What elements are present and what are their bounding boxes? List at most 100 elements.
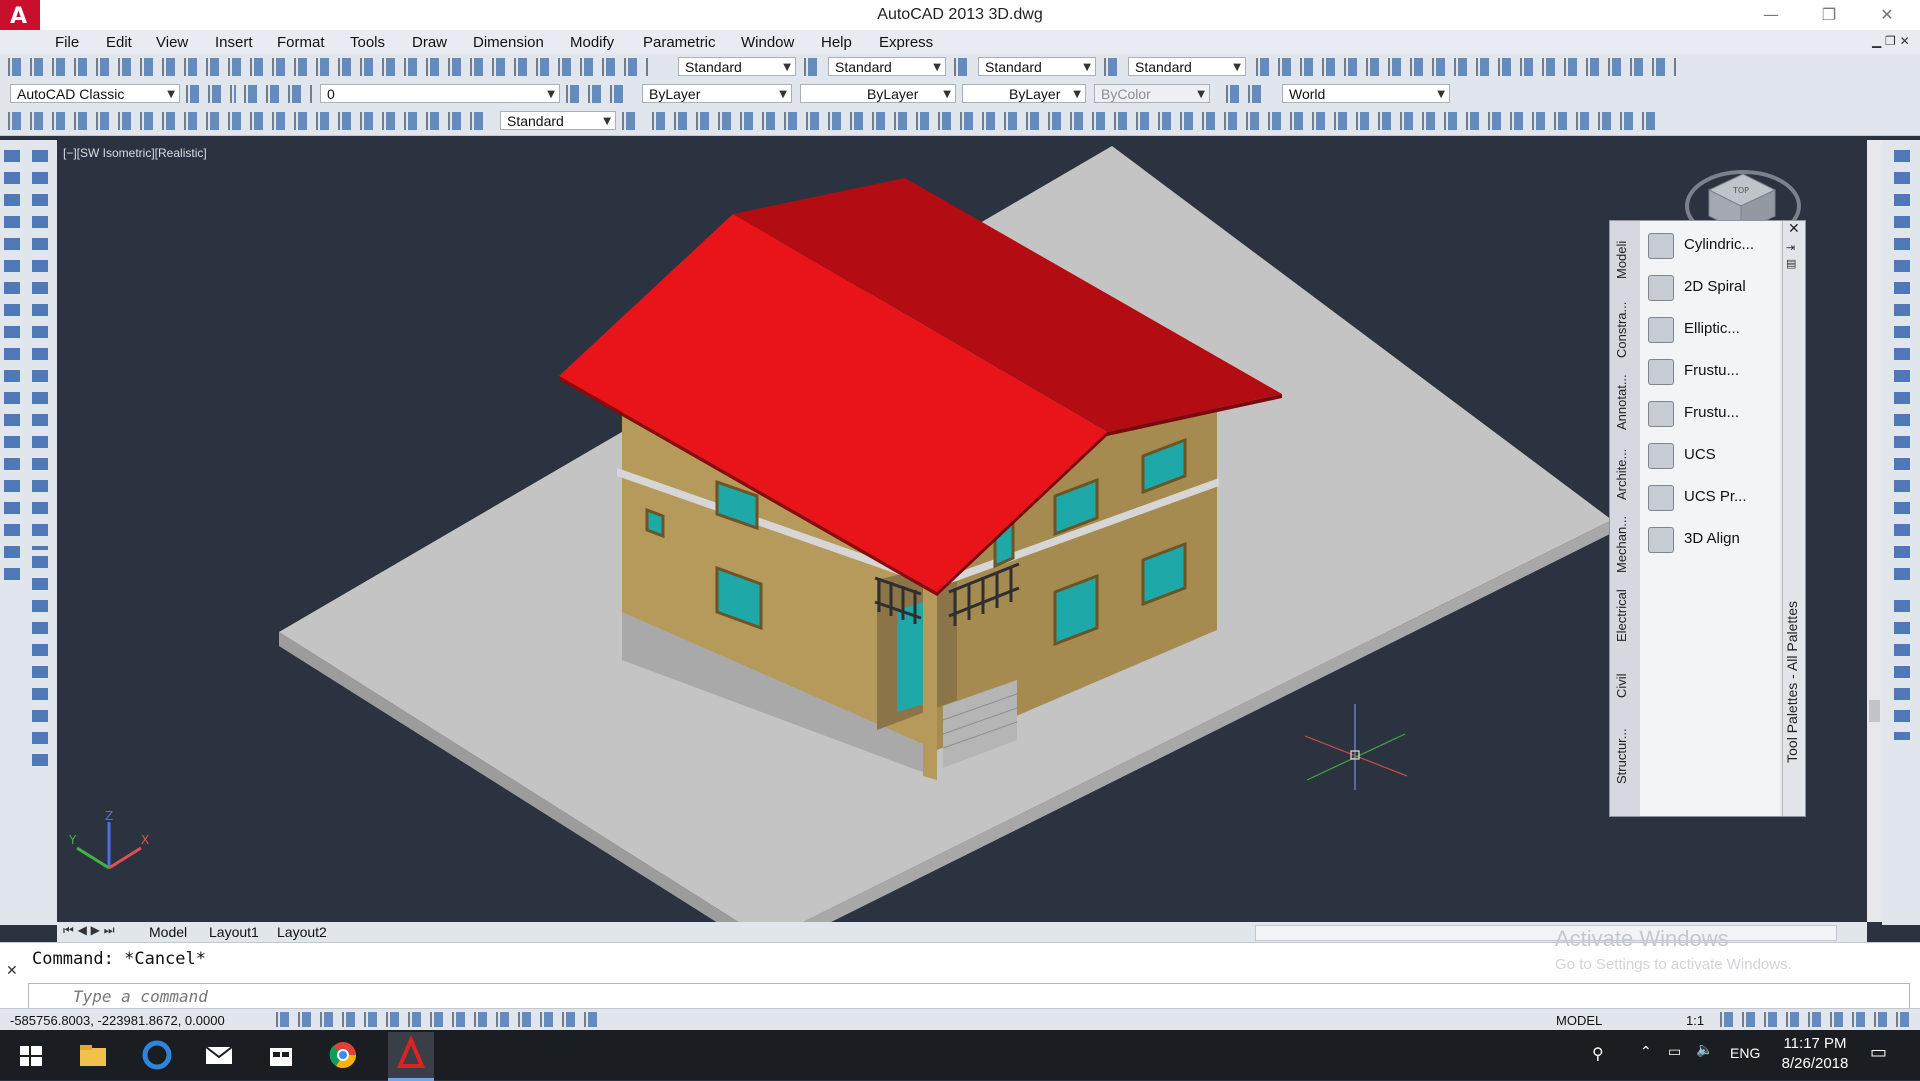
tab-model[interactable]: Model bbox=[149, 924, 187, 940]
minimize-button[interactable]: — bbox=[1748, 2, 1794, 28]
drawing-viewport[interactable]: [−][SW Isometric][Realistic] Z X Y TOP bbox=[57, 140, 1867, 922]
3d-house-model[interactable]: Z X Y TOP S bbox=[57, 140, 1867, 922]
language-indicator[interactable]: ENG bbox=[1730, 1045, 1760, 1061]
menu-express[interactable]: Express bbox=[879, 34, 933, 51]
windows-taskbar: ⚲ ⌃ ▭ 🔈 ENG 11:17 PM 8/26/2018 ▭ bbox=[0, 1030, 1920, 1081]
palette-tab-mechanical[interactable]: Mechan... bbox=[1614, 511, 1636, 577]
command-input[interactable]: Type a command bbox=[28, 983, 1910, 1009]
tab-layout2[interactable]: Layout2 bbox=[277, 924, 327, 940]
palette-item-2d-spiral[interactable]: 2D Spiral bbox=[1648, 269, 1778, 305]
menu-tools[interactable]: Tools bbox=[350, 34, 385, 51]
palette-tab-annotation[interactable]: Annotat... bbox=[1614, 371, 1636, 433]
mleaderstyle-icon[interactable] bbox=[1104, 58, 1122, 76]
tray-chevron-icon[interactable]: ⌃ bbox=[1640, 1044, 1652, 1060]
people-icon[interactable]: ⚲ bbox=[1592, 1044, 1604, 1063]
model-space-toggle[interactable]: MODEL bbox=[1556, 1013, 1602, 1028]
start-windows-icon[interactable] bbox=[14, 1038, 48, 1072]
table-style-select[interactable]: Standard ▼ bbox=[978, 57, 1096, 76]
modify-toolbar-icons[interactable] bbox=[32, 150, 48, 550]
chrome-icon[interactable] bbox=[326, 1038, 360, 1072]
palette-tab-constraints[interactable]: Constra... bbox=[1614, 299, 1636, 361]
layer-tools-icons[interactable] bbox=[566, 85, 626, 103]
palette-tab-electrical[interactable]: Electrical bbox=[1614, 581, 1636, 651]
draw-toolbar-icons[interactable] bbox=[4, 150, 20, 590]
annotation-scale[interactable]: 1:1 bbox=[1686, 1013, 1704, 1028]
scrollbar-thumb[interactable] bbox=[1869, 700, 1880, 722]
mail-icon[interactable] bbox=[202, 1038, 236, 1072]
zoom-toolbar-icons[interactable] bbox=[32, 556, 48, 776]
palette-item-elliptical-cone[interactable]: Elliptic... bbox=[1648, 311, 1778, 347]
palette-properties-icon[interactable]: ▤ bbox=[1786, 257, 1796, 270]
dim-style-select[interactable]: Standard ▼ bbox=[500, 111, 616, 130]
palette-tab-structural[interactable]: Structur... bbox=[1614, 721, 1636, 791]
store-icon[interactable] bbox=[264, 1038, 298, 1072]
menu-edit[interactable]: Edit bbox=[106, 34, 132, 51]
modeling-toolbar-icons[interactable] bbox=[652, 112, 1662, 130]
autocad-taskbar-icon[interactable] bbox=[388, 1032, 434, 1081]
palette-item-frustum-cone[interactable]: Frustu... bbox=[1648, 353, 1778, 389]
dimstyle-icon[interactable] bbox=[804, 58, 822, 76]
activation-watermark-subtext: Go to Settings to activate Windows. bbox=[1555, 956, 1792, 973]
command-history: Command: *Cancel* bbox=[32, 949, 206, 969]
command-close-icon[interactable]: ✕ bbox=[6, 963, 18, 979]
palette-autohide-icon[interactable]: ⇥ bbox=[1786, 241, 1795, 254]
ucs-icons[interactable] bbox=[1226, 85, 1266, 103]
document-window-controls[interactable]: ▁ ❐ ✕ bbox=[1872, 34, 1910, 48]
ucs-icon bbox=[1648, 443, 1674, 469]
palette-item-frustum-pyramid[interactable]: Frustu... bbox=[1648, 395, 1778, 431]
menu-dimension[interactable]: Dimension bbox=[473, 34, 544, 51]
workspace-settings-icon[interactable] bbox=[186, 85, 236, 103]
palette-close-icon[interactable]: ✕ bbox=[1788, 221, 1800, 237]
action-center-icon[interactable]: ▭ bbox=[1870, 1042, 1887, 1063]
layer-select[interactable]: 0 ▼ bbox=[320, 84, 560, 103]
close-button[interactable]: ✕ bbox=[1864, 2, 1910, 28]
battery-icon[interactable]: ▭ bbox=[1668, 1044, 1681, 1060]
text-style-select[interactable]: Standard ▼ bbox=[678, 57, 796, 76]
multileader-style-select[interactable]: Standard ▼ bbox=[1128, 57, 1246, 76]
view-toolbar-icons[interactable] bbox=[1894, 150, 1910, 590]
edge-browser-icon[interactable] bbox=[140, 1038, 174, 1072]
crosshair-cursor bbox=[1304, 704, 1408, 790]
tab-navigation-arrows[interactable]: ⏮ ◀ ▶ ⏭ bbox=[63, 923, 115, 938]
menu-draw[interactable]: Draw bbox=[412, 34, 447, 51]
menu-parametric[interactable]: Parametric bbox=[643, 34, 716, 51]
coordinate-readout: -585756.8003, -223981.8672, 0.0000 bbox=[10, 1013, 225, 1028]
layer-properties-icon[interactable] bbox=[244, 85, 314, 103]
palette-tab-civil[interactable]: Civil bbox=[1614, 661, 1636, 711]
vertical-scrollbar[interactable] bbox=[1867, 140, 1882, 922]
palette-tab-architectural[interactable]: Archite... bbox=[1614, 443, 1636, 505]
menu-window[interactable]: Window bbox=[741, 34, 794, 51]
palette-item-3d-align[interactable]: 3D Align bbox=[1648, 521, 1778, 557]
palette-item-ucs[interactable]: UCS bbox=[1648, 437, 1778, 473]
lineweight-select[interactable]: ByLayer ▼ bbox=[962, 84, 1086, 103]
workspace-select[interactable]: AutoCAD Classic ▼ bbox=[10, 84, 180, 103]
palette-item-cylindrical-helix[interactable]: Cylindric... bbox=[1648, 227, 1778, 263]
tab-layout1[interactable]: Layout1 bbox=[209, 924, 259, 940]
dim-style-icon[interactable] bbox=[622, 112, 640, 130]
volume-icon[interactable]: 🔈 bbox=[1696, 1042, 1713, 1058]
status-tray-icons[interactable] bbox=[1720, 1012, 1910, 1027]
menu-file[interactable]: File bbox=[55, 34, 79, 51]
menu-insert[interactable]: Insert bbox=[215, 34, 253, 51]
tablestyle-icon[interactable] bbox=[954, 58, 972, 76]
render-toolbar-icons[interactable] bbox=[1256, 58, 1676, 76]
ucs-select[interactable]: World ▼ bbox=[1282, 84, 1450, 103]
menu-view[interactable]: View bbox=[156, 34, 188, 51]
plotstyle-select[interactable]: ByColor ▼ bbox=[1094, 84, 1210, 103]
linetype-select[interactable]: ByLayer ▼ bbox=[800, 84, 956, 103]
drafting-settings-icons[interactable] bbox=[276, 1012, 602, 1027]
file-explorer-icon[interactable] bbox=[76, 1038, 110, 1072]
maximize-button[interactable]: ❐ bbox=[1806, 2, 1852, 28]
menu-format[interactable]: Format bbox=[277, 34, 325, 51]
dimension-style-select[interactable]: Standard ▼ bbox=[828, 57, 946, 76]
color-select[interactable]: ByLayer ▼ bbox=[642, 84, 792, 103]
horizontal-scrollbar[interactable] bbox=[1255, 925, 1837, 941]
palette-item-ucs-previous[interactable]: UCS Pr... bbox=[1648, 479, 1778, 515]
clock[interactable]: 11:17 PM 8/26/2018 bbox=[1760, 1034, 1870, 1074]
standard-toolbar-icons[interactable] bbox=[8, 58, 648, 76]
palette-tab-modeling[interactable]: Modeli bbox=[1614, 233, 1636, 287]
visual-style-icons[interactable] bbox=[1894, 600, 1910, 740]
dimension-toolbar-icons[interactable] bbox=[8, 112, 488, 130]
menu-help[interactable]: Help bbox=[821, 34, 852, 51]
menu-modify[interactable]: Modify bbox=[570, 34, 614, 51]
